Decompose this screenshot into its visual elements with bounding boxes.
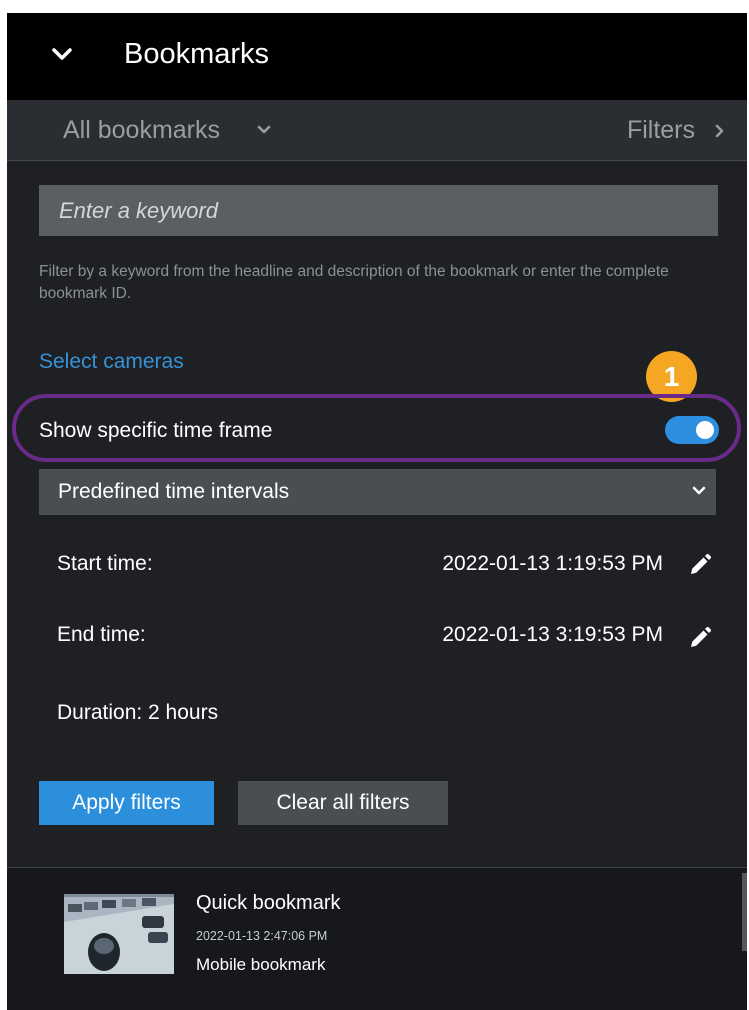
start-time-label: Start time:: [57, 552, 153, 575]
bookmark-scope-dropdown[interactable]: All bookmarks: [63, 116, 220, 145]
pencil-icon[interactable]: [688, 553, 712, 577]
chevron-down-icon[interactable]: [51, 43, 73, 65]
start-time-value: 2022-01-13 1:19:53 PM: [442, 552, 663, 575]
time-interval-select[interactable]: Predefined time intervals: [39, 469, 716, 515]
filters-link[interactable]: Filters: [627, 116, 695, 145]
chevron-down-icon[interactable]: [257, 125, 271, 135]
bookmark-description: Mobile bookmark: [196, 955, 326, 974]
bookmark-title: Quick bookmark: [196, 892, 341, 914]
end-time-label: End time:: [57, 623, 146, 646]
panel-header: Bookmarks: [7, 13, 747, 100]
pencil-icon[interactable]: [688, 626, 712, 650]
apply-filters-button[interactable]: Apply filters: [39, 781, 214, 825]
panel-title: Bookmarks: [124, 38, 270, 70]
keyword-search-input[interactable]: [39, 185, 718, 236]
keyword-search-box: [39, 185, 718, 236]
scrollbar[interactable]: [742, 873, 747, 951]
toggle-knob: [696, 421, 714, 439]
time-interval-value: Predefined time intervals: [58, 480, 290, 503]
end-time-value: 2022-01-13 3:19:53 PM: [442, 623, 663, 646]
time-frame-toggle[interactable]: [665, 416, 719, 444]
chevron-down-icon: [692, 486, 706, 495]
bookmark-time: 2022-01-13 2:47:06 PM: [196, 929, 328, 943]
time-frame-toggle-label: Show specific time frame: [39, 419, 273, 442]
bookmark-scope-bar: All bookmarks Filters: [7, 100, 747, 161]
chevron-right-icon[interactable]: [715, 124, 725, 138]
search-hint: Filter by a keyword from the headline an…: [39, 263, 669, 302]
duration-text: Duration: 2 hours: [57, 701, 219, 724]
select-cameras-link[interactable]: Select cameras: [39, 350, 184, 374]
bookmark-thumbnail: [64, 894, 174, 974]
bookmark-results-list: Quick bookmark 2022-01-13 2:47:06 PM Mob…: [7, 868, 747, 1010]
bookmarks-panel: Bookmarks All bookmarks Filters Filter b…: [7, 13, 747, 1010]
clear-all-filters-button[interactable]: Clear all filters: [238, 781, 448, 825]
